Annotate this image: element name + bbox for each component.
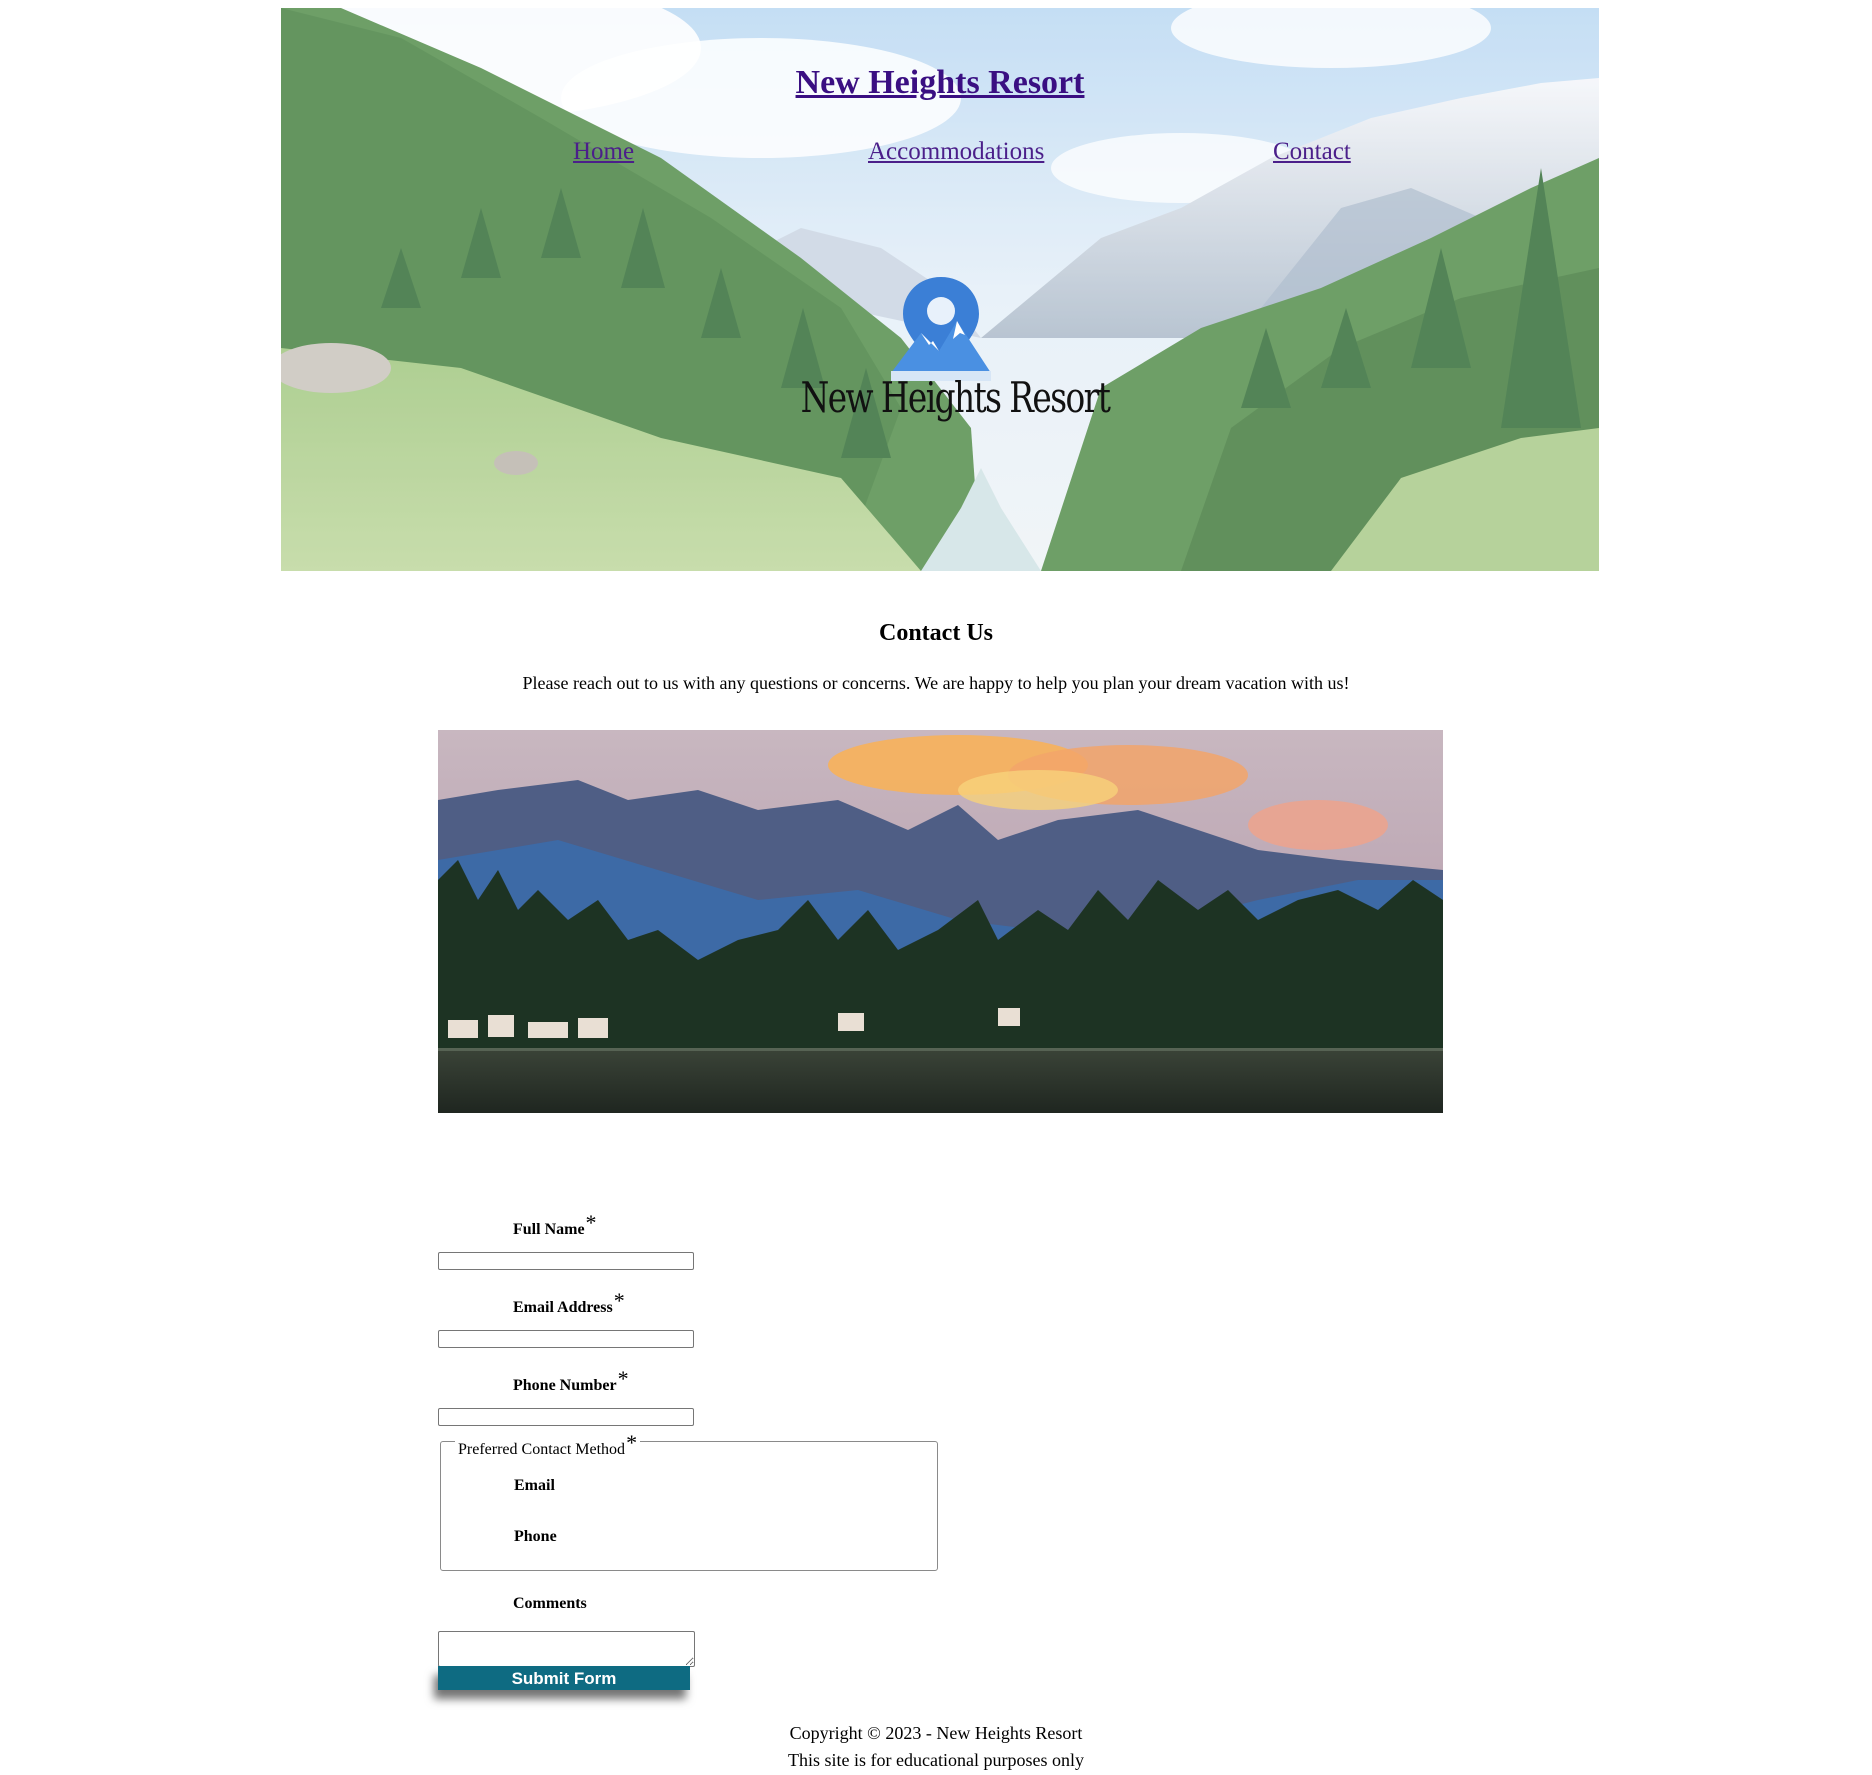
required-marker: *	[626, 1430, 638, 1455]
nav-link-home[interactable]: Home	[573, 138, 634, 166]
page-heading: Contact Us	[879, 620, 993, 646]
comments-textarea[interactable]	[438, 1631, 695, 1667]
nav-link-accommodations[interactable]: Accommodations	[868, 138, 1044, 166]
lake-mountain-photo	[438, 730, 1443, 1113]
email-label: Email Address*	[513, 1288, 625, 1316]
contact-option-phone[interactable]: Phone	[514, 1528, 557, 1546]
site-title-link[interactable]: New Heights Resort	[281, 64, 1599, 102]
full-name-input[interactable]	[438, 1252, 694, 1270]
map-pin-mountain-icon	[891, 277, 991, 381]
comments-label: Comments	[513, 1595, 587, 1612]
email-input[interactable]	[438, 1330, 694, 1348]
preferred-contact-fieldset: Preferred Contact Method* Email Phone	[440, 1430, 938, 1571]
phone-label: Phone Number*	[513, 1366, 629, 1394]
footer-copyright: Copyright © 2023 - New Heights Resort	[789, 1723, 1083, 1743]
full-name-label: Full Name*	[513, 1210, 597, 1238]
footer-note: This site is for educational purposes on…	[788, 1750, 1084, 1770]
required-marker: *	[585, 1210, 597, 1235]
contact-option-email[interactable]: Email	[514, 1477, 555, 1495]
nav-link-contact[interactable]: Contact	[1273, 138, 1351, 166]
submit-form-button[interactable]: Submit Form	[438, 1666, 690, 1690]
required-marker: *	[613, 1288, 625, 1313]
preferred-contact-legend: Preferred Contact Method*	[455, 1430, 641, 1459]
intro-text: Please reach out to us with any question…	[522, 673, 1350, 693]
required-marker: *	[617, 1366, 629, 1391]
phone-input[interactable]	[438, 1408, 694, 1426]
logo-text: New Heights Resort	[800, 373, 1111, 422]
resort-logo: New Heights Resort	[761, 263, 1121, 433]
hero-banner: New Heights Resort Home Accommodations C…	[281, 8, 1599, 571]
